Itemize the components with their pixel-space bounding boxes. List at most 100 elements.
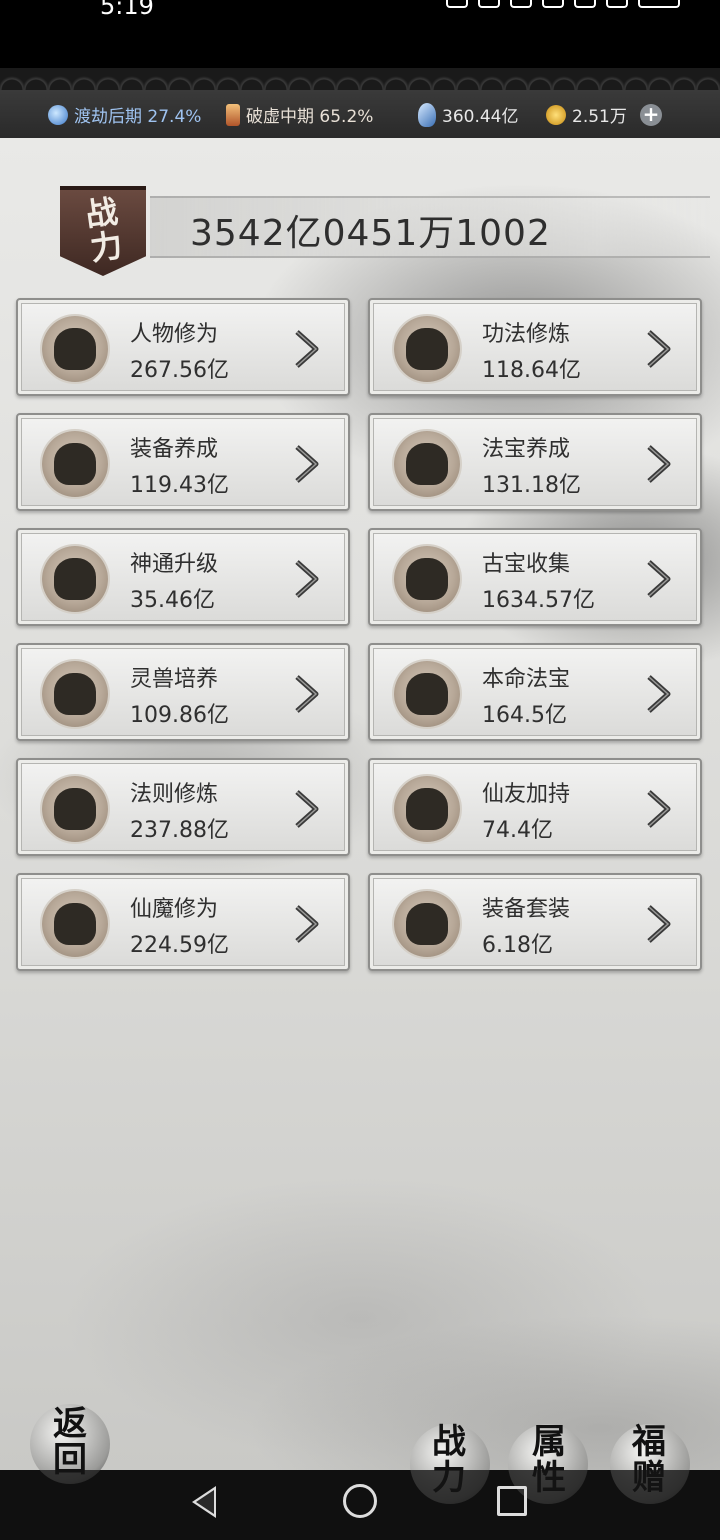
category-icon [54,443,96,485]
chevron-right-icon[interactable] [294,790,320,828]
category-medal [394,891,460,957]
chevron-right-icon[interactable] [294,560,320,598]
total-power-value: 3542亿0451万1002 [190,213,551,254]
signal-icon-2 [606,0,628,8]
category-label: 装备套装 [482,897,571,922]
status-icons [446,0,680,8]
crystal-icon [418,102,436,127]
realm2-text: 破虚中期 65.2% [246,107,374,127]
power-category-card[interactable]: 人物修为 267.56亿 [16,298,350,396]
decorative-top-band [0,68,720,90]
power-category-card[interactable]: 装备套装 6.18亿 [368,873,702,971]
power-category-card[interactable]: 法则修炼 237.88亿 [16,758,350,856]
category-icon [54,903,96,945]
category-label: 法则修炼 [130,782,219,807]
power-category-card[interactable]: 灵兽培养 109.86亿 [16,643,350,741]
power-category-card[interactable]: 法宝养成 131.18亿 [368,413,702,511]
chevron-right-icon[interactable] [294,675,320,713]
category-icon [54,788,96,830]
category-icon [406,443,448,485]
gold-currency: 2.51万 [546,102,627,127]
chevron-right-icon[interactable] [294,905,320,943]
category-icon [406,788,448,830]
category-value: 74.4亿 [482,818,553,843]
category-icon [406,673,448,715]
category-icon [406,328,448,370]
realm-progress-1: 渡劫后期 27.4% [48,102,201,127]
gold-coin-icon [546,104,566,125]
nfc-icon [478,0,500,8]
category-medal [394,316,460,382]
chevron-right-icon[interactable] [646,675,672,713]
category-label: 仙魔修为 [130,897,219,922]
chevron-right-icon[interactable] [646,905,672,943]
power-category-card[interactable]: 装备养成 119.43亿 [16,413,350,511]
category-label: 仙友加持 [482,782,571,807]
power-category-card[interactable]: 本命法宝 164.5亿 [368,643,702,741]
category-medal [42,891,108,957]
chevron-right-icon[interactable] [646,790,672,828]
category-medal [394,431,460,497]
category-medal [42,776,108,842]
category-icon [54,328,96,370]
category-label: 本命法宝 [482,667,571,692]
category-label: 法宝养成 [482,437,571,462]
wifi-icon [542,0,564,8]
category-medal [42,661,108,727]
crystal-amount: 360.44亿 [442,107,519,127]
system-nav-bar [0,1470,720,1540]
category-value: 1634.57亿 [482,588,595,613]
category-medal [42,546,108,612]
incense-icon [226,103,240,126]
power-flag-label: 战力 [83,192,125,268]
category-value: 224.59亿 [130,933,229,958]
category-icon [54,673,96,715]
category-value: 119.43亿 [130,473,229,498]
category-label: 功法修炼 [482,322,571,347]
resource-bar: 渡劫后期 27.4% 破虚中期 65.2% 360.44亿 2.51万 [0,90,720,138]
nav-recent-apps-icon[interactable] [497,1486,527,1516]
category-value: 131.18亿 [482,473,581,498]
category-label: 装备养成 [130,437,219,462]
category-medal [394,661,460,727]
category-value: 6.18亿 [482,933,553,958]
category-label: 人物修为 [130,322,219,347]
category-icon [406,558,448,600]
nav-home-icon[interactable] [343,1484,377,1518]
category-value: 164.5亿 [482,703,567,728]
category-value: 267.56亿 [130,358,229,383]
category-value: 118.64亿 [482,358,581,383]
chevron-right-icon[interactable] [646,445,672,483]
category-medal [42,431,108,497]
chevron-right-icon[interactable] [646,560,672,598]
power-category-card[interactable]: 古宝收集 1634.57亿 [368,528,702,626]
category-label: 古宝收集 [482,552,571,577]
crystal-currency: 360.44亿 [418,102,518,127]
category-medal [42,316,108,382]
power-category-card[interactable]: 神通升级 35.46亿 [16,528,350,626]
chevron-right-icon[interactable] [294,330,320,368]
category-label: 灵兽培养 [130,667,219,692]
status-bar: 5:19 [0,0,720,68]
category-medal [394,776,460,842]
category-medal [394,546,460,612]
category-value: 237.88亿 [130,818,229,843]
realm-progress-2: 破虚中期 65.2% [226,102,373,127]
eye-icon [446,0,468,8]
alarm-icon [510,0,532,8]
realm1-text: 渡劫后期 27.4% [74,107,202,127]
nav-back-icon[interactable] [192,1486,216,1518]
back-label: 返回 [53,1404,87,1480]
add-currency-button[interactable]: + [640,104,662,126]
realm-orb-icon [48,104,68,125]
category-label: 神通升级 [130,552,219,577]
chevron-right-icon[interactable] [646,330,672,368]
status-time: 5:19 [100,0,154,20]
power-category-card[interactable]: 仙魔修为 224.59亿 [16,873,350,971]
power-category-card[interactable]: 功法修炼 118.64亿 [368,298,702,396]
power-category-card[interactable]: 仙友加持 74.4亿 [368,758,702,856]
category-value: 35.46亿 [130,588,215,613]
signal-icon [574,0,596,8]
chevron-right-icon[interactable] [294,445,320,483]
category-icon [54,558,96,600]
